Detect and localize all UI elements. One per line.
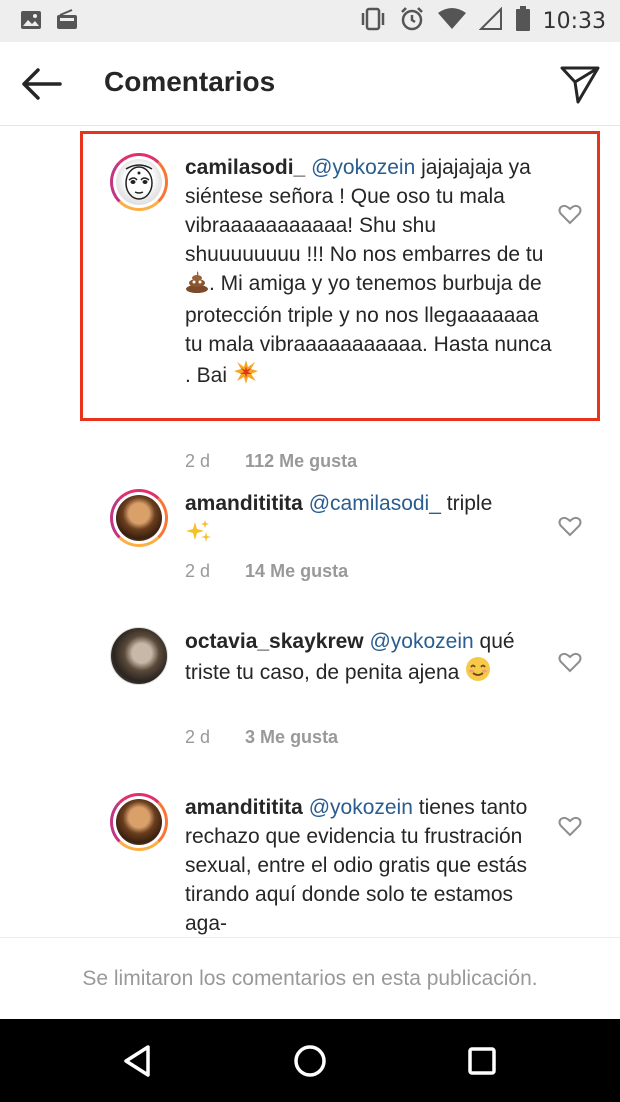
recents-square-icon	[468, 1047, 496, 1075]
heart-icon	[558, 516, 582, 537]
comments-limited-notice: Se limitaron los comentarios en esta pub…	[82, 966, 538, 990]
avatar[interactable]	[110, 153, 168, 211]
comment-username[interactable]: amandititita	[185, 492, 303, 515]
comment-text: camilasodi_ @yokozein jajajajaja ya sién…	[185, 153, 555, 393]
vibrate-icon	[359, 7, 387, 36]
comment-time: 2 d	[185, 451, 211, 471]
comment-mention[interactable]: @camilasodi_	[309, 492, 441, 515]
avatar[interactable]	[110, 793, 168, 851]
page-title: Comentarios	[104, 66, 276, 97]
comment-likes[interactable]: 14 Me gusta	[245, 561, 348, 581]
nav-back-button[interactable]	[116, 1039, 160, 1083]
like-button[interactable]	[558, 651, 582, 673]
share-button[interactable]	[558, 62, 602, 106]
radio-icon	[56, 9, 78, 36]
nav-home-button[interactable]	[288, 1039, 332, 1083]
comment-item: camilasodi_ @yokozein jajajajaja ya sién…	[110, 153, 590, 471]
status-time: 10:33	[542, 8, 606, 34]
comment-item: octavia_skaykrew @yokozein qué triste tu…	[110, 627, 590, 757]
alarm-icon	[399, 6, 425, 37]
illustrated-face-icon	[125, 164, 153, 200]
signal-icon	[478, 6, 503, 36]
comment-text: amandititita @yokozein tienes tanto rech…	[185, 793, 555, 937]
comment-username[interactable]: camilasodi_	[185, 156, 305, 179]
back-button[interactable]	[16, 62, 66, 106]
battery-icon	[515, 5, 531, 37]
heart-icon	[558, 204, 582, 225]
comment-likes[interactable]: 3 Me gusta	[245, 727, 338, 747]
comment-meta: 2 d 112 Me gusta	[185, 451, 357, 472]
app-header: Comentarios	[0, 42, 620, 126]
avatar[interactable]	[110, 489, 168, 547]
comment-meta: 2 d 14 Me gusta	[185, 561, 348, 582]
heart-icon	[558, 652, 582, 673]
paper-plane-icon	[560, 66, 600, 104]
like-button[interactable]	[558, 815, 582, 837]
arrow-left-icon	[22, 68, 62, 100]
comment-time: 2 d	[185, 727, 211, 747]
comment-mention[interactable]: @yokozein	[369, 630, 473, 653]
comment-item: amandititita @camilasodi_ triple 2 d 14 …	[110, 489, 590, 599]
status-bar: 10:33	[0, 0, 620, 42]
comment-body: triple	[440, 492, 493, 515]
back-triangle-icon	[124, 1045, 150, 1077]
like-button[interactable]	[558, 515, 582, 537]
like-button[interactable]	[558, 203, 582, 225]
comment-time: 2 d	[185, 561, 211, 581]
comment-text: amandititita @camilasodi_ triple	[185, 489, 555, 554]
comments-list[interactable]: camilasodi_ @yokozein jajajajaja ya sién…	[0, 127, 620, 937]
home-circle-icon	[294, 1045, 326, 1077]
system-nav-bar	[0, 1019, 620, 1102]
comment-text: octavia_skaykrew @yokozein qué triste tu…	[185, 627, 555, 690]
heart-icon	[558, 816, 582, 837]
comment-item: amandititita @yokozein tienes tanto rech…	[110, 793, 590, 937]
comment-username[interactable]: amandititita	[185, 796, 303, 819]
comments-limited-footer: Se limitaron los comentarios en esta pub…	[0, 937, 620, 1019]
comment-username[interactable]: octavia_skaykrew	[185, 630, 364, 653]
sparkles-emoji	[185, 518, 213, 554]
comment-mention[interactable]: @yokozein	[309, 796, 413, 819]
collision-emoji	[233, 359, 259, 393]
image-icon	[20, 9, 42, 36]
smiling-face-emoji	[465, 656, 491, 690]
comment-meta: 2 d 3 Me gusta	[185, 727, 338, 748]
wifi-icon	[437, 7, 467, 36]
poop-emoji	[185, 271, 209, 301]
avatar[interactable]	[110, 627, 168, 685]
nav-recents-button[interactable]	[460, 1039, 504, 1083]
comment-mention[interactable]: @yokozein	[311, 156, 415, 179]
comment-likes[interactable]: 112 Me gusta	[245, 451, 357, 471]
